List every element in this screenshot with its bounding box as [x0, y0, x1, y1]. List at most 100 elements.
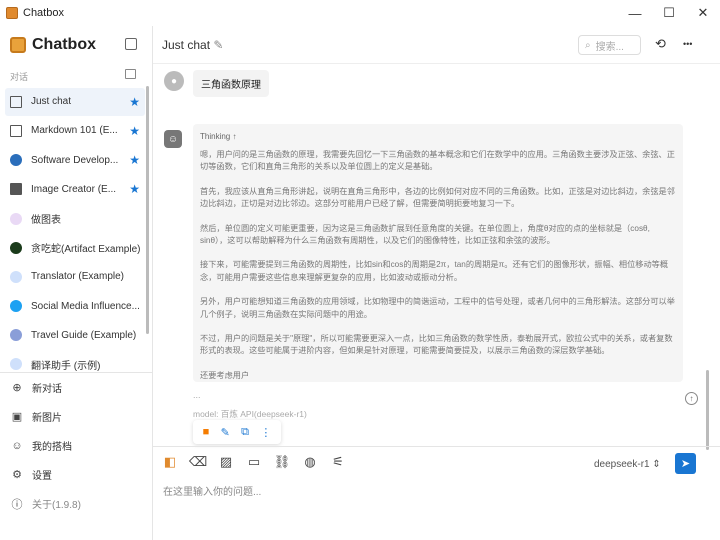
- message-input[interactable]: 在这里输入你的问题...: [163, 483, 261, 498]
- main-panel: Just chat ✎ ⌕ 搜索... ⟲ ••• ● 三角函数原理 ☺ Thin…: [153, 26, 720, 540]
- chat-icon: [10, 124, 22, 137]
- chat-icon: [10, 95, 22, 108]
- conversation-label: 翻译助手 (示例): [31, 360, 101, 372]
- conversation-label: Just chat: [31, 96, 72, 108]
- conversation-item[interactable]: Translator (Example): [5, 263, 145, 291]
- search-box[interactable]: ⌕ 搜索...: [578, 35, 641, 55]
- minimize-button[interactable]: —: [618, 0, 652, 26]
- thinking-paragraph: 另外，用户可能想知道三角函数的应用领域，比如物理中的简谐运动，工程中的信号处理，…: [200, 297, 675, 319]
- twitter-icon: [10, 300, 22, 313]
- message-actions: ■ ✎ ⧉ ⋮: [193, 420, 281, 444]
- conversation-label: 贪吃蛇(Artifact Example): [31, 244, 140, 256]
- model-selector[interactable]: deepseek-r1 ⇕: [594, 459, 661, 470]
- developer-avatar-icon: [10, 154, 22, 167]
- star-icon[interactable]: ★: [129, 182, 140, 196]
- close-button[interactable]: ✕: [686, 0, 720, 26]
- globe-avatar-icon: [10, 329, 22, 342]
- assistant-message: Thinking ↑ 嗯，用户问的是三角函数的原理，我需要先回忆一下三角函数的基…: [193, 124, 683, 382]
- input-area: ◧ ⌫ ▨ ▭ ⛓ ◍ ⚟ deepseek-r1 ⇕ ➤ 在这里输入你的问题...: [153, 446, 720, 540]
- chat-title[interactable]: Just chat ✎: [162, 38, 223, 52]
- snake-avatar-icon: [10, 241, 22, 254]
- folder-icon[interactable]: ▭: [247, 454, 261, 469]
- menu-icon: ⚙: [12, 469, 22, 481]
- thinking-toggle[interactable]: Thinking ↑: [200, 132, 676, 141]
- conversation-label: Social Media Influence...: [31, 300, 140, 312]
- menu-label: 新图片: [32, 413, 62, 424]
- conversation-label: 做图表: [31, 215, 61, 226]
- section-label: 对话: [10, 72, 29, 82]
- thinking-paragraph: 还要考虑用户: [200, 370, 250, 380]
- menu-icon: ⊕: [12, 382, 22, 394]
- conversation-list: Just chat ★ Markdown 101 (E... ★ Software De…: [5, 88, 145, 380]
- sidebar-scrollbar[interactable]: [146, 86, 149, 334]
- maximize-button[interactable]: ☐: [652, 0, 686, 26]
- chat-scrollbar[interactable]: [706, 370, 709, 450]
- settings-sliders-icon[interactable]: ⚟: [331, 454, 345, 469]
- sidebar-menu-item[interactable]: ▣ 新图片: [0, 402, 152, 431]
- conversation-item[interactable]: 贪吃蛇(Artifact Example): [5, 234, 145, 262]
- conversation-item[interactable]: Software Develop... ★: [5, 146, 145, 174]
- translate-avatar-icon: [10, 358, 22, 371]
- assistant-icon[interactable]: ◧: [163, 454, 177, 469]
- star-icon[interactable]: ★: [129, 95, 140, 109]
- eraser-icon[interactable]: ⌫: [189, 454, 207, 469]
- chat-header: Just chat ✎ ⌕ 搜索... ⟲ •••: [153, 26, 720, 64]
- brand: Chatbox: [10, 36, 96, 54]
- conversation-item[interactable]: Image Creator (E... ★: [5, 176, 145, 204]
- star-icon[interactable]: ★: [129, 124, 140, 138]
- sidebar-menu-item[interactable]: ⓘ 关于(1.9.8): [0, 489, 152, 518]
- thinking-paragraph: 接下来，可能需要提到三角函数的周期性，比如sin和cos的周期是2π，tan的周…: [200, 260, 669, 282]
- assistant-avatar-icon: ☺: [164, 130, 182, 148]
- conversation-item[interactable]: Markdown 101 (E... ★: [5, 117, 145, 145]
- image-upload-icon[interactable]: ▨: [219, 454, 233, 469]
- conversation-item[interactable]: Just chat ★: [5, 88, 145, 116]
- menu-label: 我的搭档: [32, 442, 72, 453]
- menu-icon: ☺: [11, 439, 23, 452]
- stop-icon[interactable]: ■: [203, 426, 210, 438]
- scroll-top-button[interactable]: ↑: [685, 392, 698, 405]
- sidebar-menu-item[interactable]: ⚙ 设置: [0, 460, 152, 489]
- star-icon[interactable]: ★: [129, 153, 140, 167]
- conversation-label: Translator (Example): [31, 271, 124, 283]
- search-placeholder: 搜索...: [595, 41, 624, 53]
- app-icon: [6, 7, 18, 19]
- copy-icon[interactable]: ⧉: [241, 426, 249, 439]
- more-options-icon[interactable]: •••: [683, 39, 692, 49]
- chart-avatar-icon: [10, 212, 22, 225]
- sidebar-bottom-menu: ⊕ 新对话 ▣ 新图片 ☺ 我的搭档 ⚙ 设置 ⓘ 关于(1.9.8): [0, 372, 152, 518]
- archive-icon[interactable]: [125, 69, 136, 79]
- thinking-paragraph: 不过，用户的问题是关于"原理"，所以可能需要更深入一点，比如三角函数的数学性质，…: [200, 334, 673, 356]
- model-info: model: 百炼 API(deepseek-r1): [193, 409, 307, 419]
- conversation-label: Travel Guide (Example): [31, 329, 137, 341]
- search-icon: ⌕: [585, 39, 591, 51]
- web-search-icon[interactable]: ◍: [303, 454, 317, 469]
- sidebar-menu-item[interactable]: ☺ 我的搭档: [0, 431, 152, 460]
- conversation-item[interactable]: 做图表: [5, 205, 145, 233]
- history-icon[interactable]: ⟲: [655, 36, 666, 52]
- menu-label: 关于(1.9.8): [32, 500, 81, 511]
- window-title: Chatbox: [23, 7, 64, 19]
- edit-icon[interactable]: ✎: [221, 426, 230, 439]
- title-bar: Chatbox — ☐ ✕: [0, 0, 720, 26]
- sidebar-menu-item[interactable]: ⊕ 新对话: [0, 373, 152, 402]
- streaming-ellipsis: ...: [193, 390, 201, 400]
- link-icon[interactable]: ⛓: [274, 454, 291, 469]
- conversation-label: Software Develop...: [31, 154, 119, 166]
- conversation-item[interactable]: Travel Guide (Example): [5, 322, 145, 350]
- menu-icon: ⓘ: [11, 498, 23, 511]
- thinking-paragraph: 嗯，用户问的是三角函数的原理，我需要先回忆一下三角函数的基本概念和它们在数学中的…: [200, 150, 675, 172]
- user-message: 三角函数原理: [193, 70, 269, 97]
- menu-icon: ▣: [11, 411, 23, 423]
- send-button[interactable]: ➤: [675, 453, 696, 474]
- chat-title-text: Just chat: [162, 38, 211, 52]
- thinking-paragraph: 然后，单位圆的定义可能更重要，因为这是三角函数扩展到任意角度的关键。在单位圆上，…: [200, 223, 650, 246]
- collapse-sidebar-icon[interactable]: [125, 38, 137, 50]
- brand-name: Chatbox: [32, 36, 96, 53]
- sidebar: Chatbox 对话 Just chat ★ Markdown 101 (E... ★…: [0, 26, 153, 540]
- chatbox-logo-icon: [10, 37, 26, 53]
- conversation-item[interactable]: Social Media Influence...: [5, 292, 145, 320]
- more-vert-icon[interactable]: ⋮: [260, 426, 271, 439]
- edit-title-icon[interactable]: ✎: [213, 38, 223, 52]
- thinking-content: 嗯，用户问的是三角函数的原理，我需要先回忆一下三角函数的基本概念和它们在数学中的…: [200, 149, 676, 382]
- translate-avatar-icon: [10, 270, 22, 283]
